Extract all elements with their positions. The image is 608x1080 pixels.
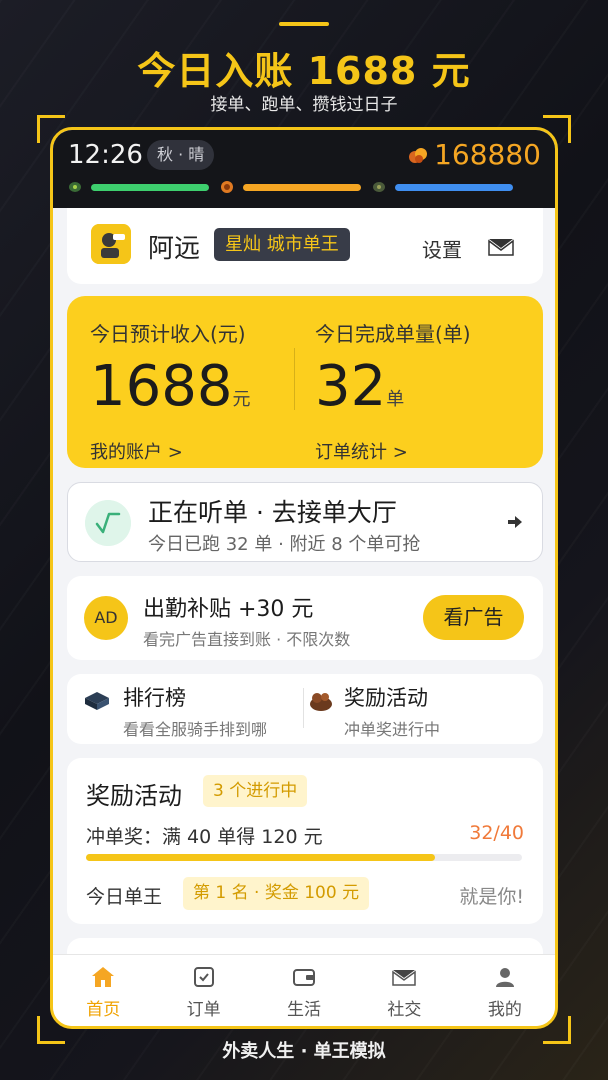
shortcut-subtitle: 冲单奖进行中: [344, 720, 441, 739]
shortcut-rewards[interactable]: 奖励活动 冲单奖进行中: [344, 682, 440, 740]
phone-screen: 12:26 秋 · 晴 168880 阿远 星灿 城市单王 设置 今日预计收入(…: [50, 127, 558, 1029]
rush-task-label: 冲单奖：满 40 单得 120 元: [86, 826, 323, 848]
orders-value: 32单: [315, 357, 471, 430]
coin-pile-icon: [409, 147, 428, 163]
my-account-link[interactable]: 我的账户 >: [90, 438, 251, 464]
tab-label: 订单: [186, 1000, 221, 1020]
income-column: 今日预计收入(元) 1688元 我的账户 >: [90, 318, 251, 464]
orders-column: 今日完成单量(单) 32单 订单统计 >: [315, 318, 471, 464]
divider: [303, 688, 304, 728]
stat-bar-fill: [243, 183, 361, 191]
reward-bag-icon: [310, 693, 332, 711]
stat-bar-fill: [91, 183, 209, 191]
game-status-bar: 12:26 秋 · 晴 168880: [53, 130, 555, 208]
income-value: 1688元: [90, 357, 251, 430]
income-label: 今日预计收入(元): [90, 322, 246, 346]
ad-badge-icon: AD: [84, 596, 128, 640]
ad-title: 出勤补贴 +30 元: [143, 597, 314, 622]
coin-amount: 168880: [434, 138, 541, 171]
listening-check-icon: [85, 500, 131, 546]
rush-progress-text: 32/40: [469, 822, 524, 844]
bottom-tab-bar: 首页 订单 生活 社交 我的: [53, 954, 555, 1026]
ad-subsidy-card: AD 出勤补贴 +30 元 看完广告直接到账 · 不限次数 看广告: [67, 576, 543, 660]
shortcut-title: 排行榜: [123, 686, 186, 710]
orders-count: 32: [315, 354, 387, 419]
order-check-icon: [193, 967, 214, 987]
weather-badge: 秋 · 晴: [147, 140, 215, 170]
daily-king-label: 今日单王: [86, 886, 163, 908]
shortcut-leaderboard[interactable]: 排行榜 看看全服骑手排到哪: [123, 682, 267, 740]
tab-social[interactable]: 社交: [354, 955, 454, 1026]
stat-bar-energy: [371, 180, 513, 194]
coin-counter: 168880: [408, 138, 541, 171]
home-icon: [92, 967, 115, 987]
stat-bar-leaf: [67, 180, 209, 194]
rank-title-badge: 星灿 城市单王: [214, 228, 350, 261]
user-icon: [495, 968, 514, 987]
home-content: 阿远 星灿 城市单王 设置 今日预计收入(元) 1688元 我的账户 > 今日完…: [53, 208, 555, 956]
rewards-count-badge: 3 个进行中: [203, 775, 308, 807]
tab-label: 社交: [387, 1000, 422, 1020]
rush-progress-fill: [86, 854, 435, 861]
tab-me[interactable]: 我的: [455, 955, 555, 1026]
decorative-bar: [279, 22, 329, 26]
stat-bars: [67, 180, 547, 194]
leaderboard-icon: [85, 692, 109, 710]
avatar[interactable]: [91, 224, 131, 264]
username: 阿远: [148, 234, 201, 264]
tab-label: 我的: [487, 1000, 522, 1020]
tab-home[interactable]: 首页: [53, 955, 153, 1026]
tab-label: 首页: [86, 1000, 121, 1020]
rank-badge: 第 1 名 · 奖金 100 元: [183, 877, 370, 910]
settings-link[interactable]: 设置: [422, 234, 462, 263]
orders-label: 今日完成单量(单): [315, 322, 471, 346]
orders-unit: 单: [386, 389, 405, 410]
clock: 12:26: [68, 140, 143, 170]
ad-subtitle: 看完广告直接到账 · 不限次数: [143, 630, 351, 649]
leaf-icon: [69, 182, 81, 192]
shortcut-title: 奖励活动: [344, 686, 428, 710]
profile-card: 阿远 星灿 城市单王 设置: [67, 208, 543, 284]
listening-subtitle: 今日已跑 32 单 · 附近 8 个单可抢: [148, 534, 421, 555]
income-amount: 1688: [90, 354, 233, 419]
rewards-card: 奖励活动 3 个进行中 冲单奖：满 40 单得 120 元 32/40 今日单王…: [67, 758, 543, 924]
watch-ad-button[interactable]: 看广告: [423, 595, 524, 640]
listening-title: 正在听单 · 去接单大厅: [148, 498, 397, 527]
stat-bar-fill: [395, 183, 513, 191]
rush-progress-bar: [86, 854, 522, 861]
divider: [294, 348, 295, 410]
promo-headline: 今日入账 1688 元: [137, 49, 471, 93]
energy-icon: [373, 182, 385, 192]
rewards-title: 奖励活动: [86, 782, 182, 810]
income-card: 今日预计收入(元) 1688元 我的账户 > 今日完成单量(单) 32单 订单统…: [67, 296, 543, 468]
shortcut-card: 排行榜 看看全服骑手排到哪 奖励活动 冲单奖进行中: [67, 674, 543, 744]
promo-footer: 外卖人生 · 单王模拟: [222, 1041, 386, 1062]
promo-subheadline: 接单、跑单、攒钱过日子: [210, 95, 398, 115]
tab-label: 生活: [287, 1000, 322, 1020]
mail-icon: [392, 970, 417, 986]
stat-bar-food: [219, 180, 361, 194]
daily-king-you: 就是你!: [459, 886, 524, 908]
order-stats-link[interactable]: 订单统计 >: [315, 438, 471, 464]
mail-icon[interactable]: [488, 238, 514, 256]
income-unit: 元: [232, 389, 251, 410]
food-icon: [221, 181, 233, 193]
arrow-right-icon: [508, 516, 522, 528]
wallet-icon: [293, 969, 316, 986]
listening-card[interactable]: 正在听单 · 去接单大厅 今日已跑 32 单 · 附近 8 个单可抢: [67, 482, 543, 562]
shortcut-subtitle: 看看全服骑手排到哪: [123, 720, 268, 739]
tab-life[interactable]: 生活: [254, 955, 354, 1026]
tab-orders[interactable]: 订单: [153, 955, 253, 1026]
